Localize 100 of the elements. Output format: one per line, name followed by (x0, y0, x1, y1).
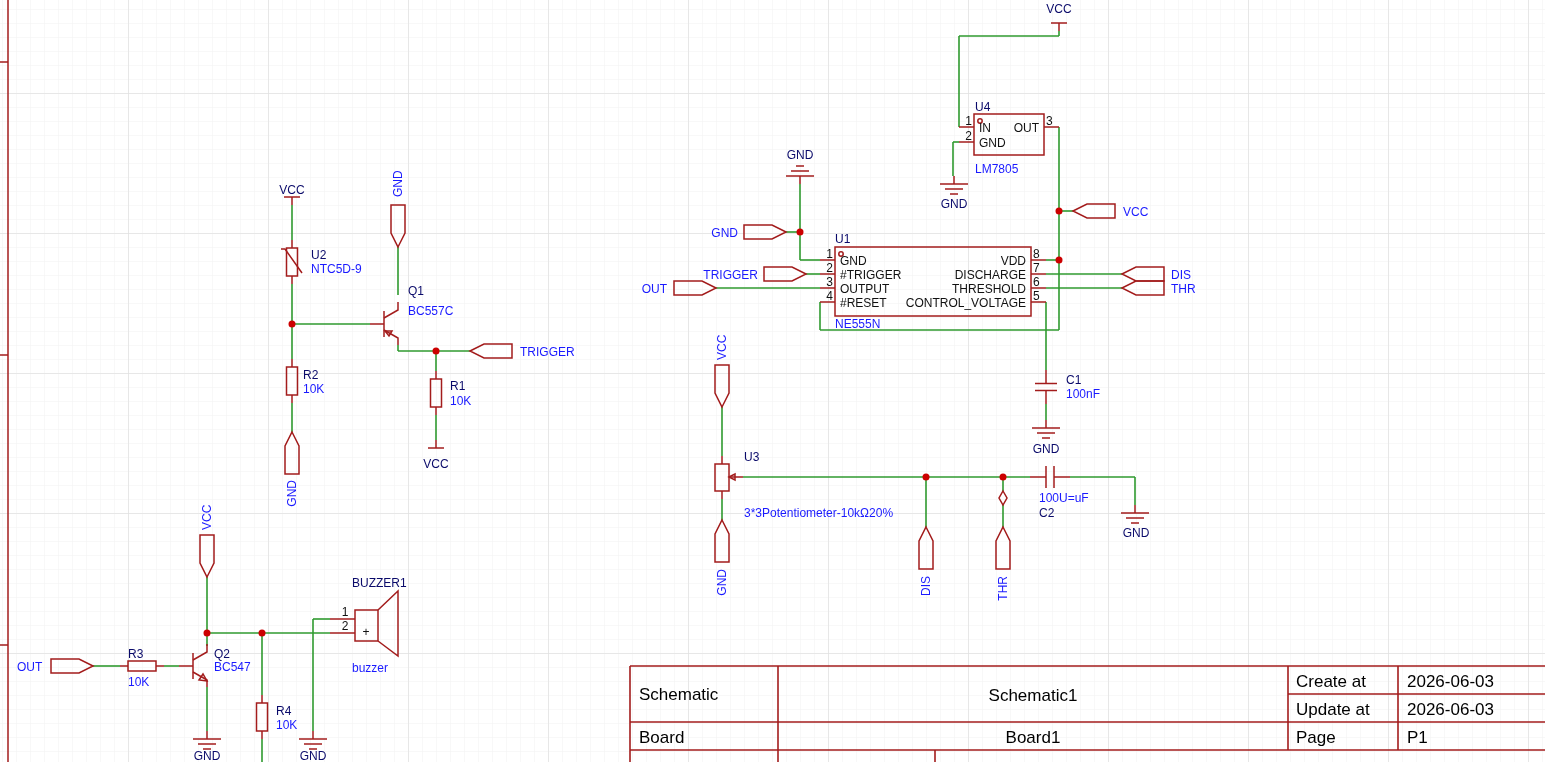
component-designator: U1 (835, 232, 851, 246)
net-port (1120, 280, 1165, 296)
pin-name: GND (840, 254, 867, 268)
pin-name: DISCHARGE (954, 268, 1026, 282)
resistor-symbol (429, 370, 443, 416)
wire (261, 738, 263, 762)
component-value: NE555N (835, 317, 881, 331)
pin-name: CONTROL_VOLTAGE (905, 296, 1026, 310)
power-label: GND (299, 749, 327, 762)
power-label: VCC (423, 457, 449, 471)
wire (721, 498, 723, 521)
diamond-icon (998, 489, 1008, 507)
buzzer-symbol (329, 589, 399, 658)
title-value: 2026-06-03 (1407, 672, 1494, 691)
title-value: 2026-06-03 (1407, 700, 1494, 719)
pin-name: THRESHOLD (952, 282, 1026, 296)
component-value: LM7805 (975, 162, 1019, 176)
power-label: GND (193, 749, 221, 762)
power-symbol (1050, 22, 1068, 32)
transistor-symbol (178, 643, 209, 688)
net-port (673, 280, 718, 296)
pin-number: 3 (826, 275, 833, 289)
power-label: VCC (1046, 2, 1072, 16)
title-label: Create at (1296, 672, 1366, 691)
net-label: DIS (1171, 268, 1191, 282)
component-value: NTC5D-9 (311, 262, 362, 276)
ground-symbol (192, 730, 222, 750)
net-label: OUT (641, 282, 667, 296)
wire (721, 406, 723, 457)
wire (291, 204, 293, 241)
component-value: BC547 (214, 660, 251, 674)
resistor-symbol (119, 660, 165, 672)
net-port (284, 430, 300, 475)
pin-number: 4 (826, 289, 833, 303)
junction-dot (796, 228, 804, 236)
pin-name: #TRIGGER (840, 268, 902, 282)
net-label: TRIGGER (703, 268, 758, 282)
ground-symbol (298, 730, 328, 750)
pin-name: GND (979, 136, 1006, 150)
junction-dot (1055, 256, 1063, 264)
junction-dot (922, 473, 930, 481)
component-designator: C1 (1066, 373, 1082, 387)
polarity-mark: + (362, 625, 370, 639)
power-symbol (427, 439, 445, 449)
component-designator: U4 (975, 100, 991, 114)
pin-number: 6 (1033, 275, 1040, 289)
potentiometer-symbol (714, 455, 744, 500)
ground-symbol (939, 175, 969, 195)
title-label: Page (1296, 728, 1336, 747)
pin-number: 7 (1033, 261, 1040, 275)
net-port (1120, 266, 1165, 282)
power-symbol (283, 196, 301, 206)
title-label: Schematic (639, 685, 719, 704)
wire (435, 414, 437, 441)
pin-name: IN (979, 121, 991, 135)
component-value: 100nF (1066, 387, 1101, 401)
wire (1002, 504, 1004, 528)
power-label: GND (786, 148, 814, 162)
component-designator: Q1 (408, 284, 424, 298)
component-designator: R4 (276, 704, 292, 718)
net-port (714, 518, 730, 563)
component-designator: C2 (1039, 506, 1055, 520)
junction-dot (1055, 207, 1063, 215)
pin-number: 2 (826, 261, 833, 275)
sheet-title: Schematic1 (988, 686, 1078, 705)
net-port (50, 658, 95, 674)
ground-symbol (1031, 419, 1061, 439)
component-designator: BUZZER1 (352, 576, 407, 590)
net-label: VCC (200, 504, 214, 530)
component-designator: U2 (311, 248, 327, 262)
net-port (468, 343, 513, 359)
pin-number: 1 (965, 114, 972, 128)
resistor-symbol (255, 694, 269, 740)
resistor-symbol (285, 358, 299, 404)
title-label: Board (639, 728, 685, 747)
net-label: THR (1171, 282, 1196, 296)
net-label: TRIGGER (520, 345, 575, 359)
pin-number: 1 (826, 247, 833, 261)
junction-dot (432, 347, 440, 355)
net-port (995, 525, 1011, 570)
net-port (743, 224, 788, 240)
net-label: GND (715, 569, 729, 596)
junction-dot (258, 629, 266, 637)
component-value: 10K (276, 718, 298, 732)
component-value: 10K (128, 675, 150, 689)
power-label: GND (1032, 442, 1060, 456)
junction-dot (203, 629, 211, 637)
wire (805, 273, 821, 275)
junction-dot (999, 473, 1007, 481)
component-designator: Q2 (214, 647, 230, 661)
pin-name: OUT (1013, 121, 1039, 135)
wire (1045, 403, 1047, 421)
ground-symbol (785, 165, 815, 185)
net-label: OUT (17, 660, 43, 674)
pin-name: #RESET (840, 296, 887, 310)
net-label: VCC (1123, 205, 1149, 219)
pin-number: 2 (341, 619, 349, 633)
component-value: 10K (303, 382, 325, 396)
component-value: 3*3Potentiometer-10kΩ20% (744, 506, 894, 520)
net-port (1071, 203, 1116, 219)
